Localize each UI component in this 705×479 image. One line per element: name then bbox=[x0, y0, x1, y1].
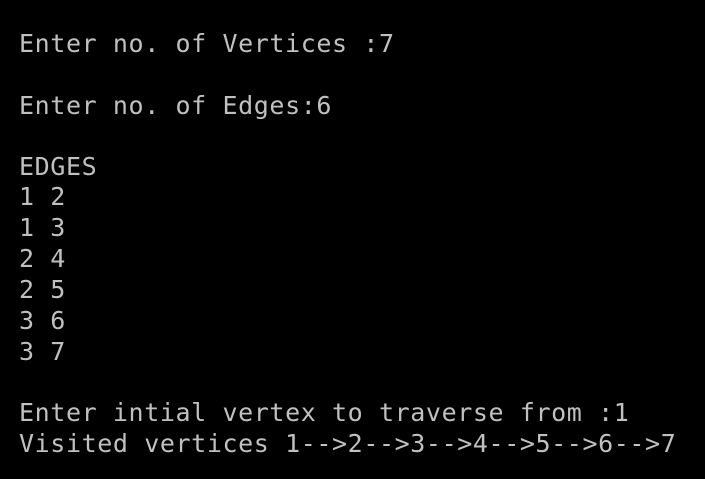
edge-line: 3 6 bbox=[19, 306, 66, 335]
edge-line: 1 3 bbox=[19, 213, 66, 242]
edge-line: 2 5 bbox=[19, 275, 66, 304]
prompt-initial-vertex: Enter intial vertex to traverse from :1 bbox=[19, 398, 630, 427]
edge-line: 3 7 bbox=[19, 337, 66, 366]
prompt-vertices: Enter no. of Vertices :7 bbox=[19, 29, 395, 58]
edge-line: 2 4 bbox=[19, 244, 66, 273]
edge-line: 1 2 bbox=[19, 182, 66, 211]
edges-heading: EDGES bbox=[19, 152, 98, 181]
visited-vertices-output: Visited vertices 1-->2-->3-->4-->5-->6--… bbox=[19, 429, 677, 458]
prompt-edges: Enter no. of Edges:6 bbox=[19, 91, 333, 120]
console-window[interactable]: Enter no. of Vertices :7 Enter no. of Ed… bbox=[0, 0, 705, 479]
